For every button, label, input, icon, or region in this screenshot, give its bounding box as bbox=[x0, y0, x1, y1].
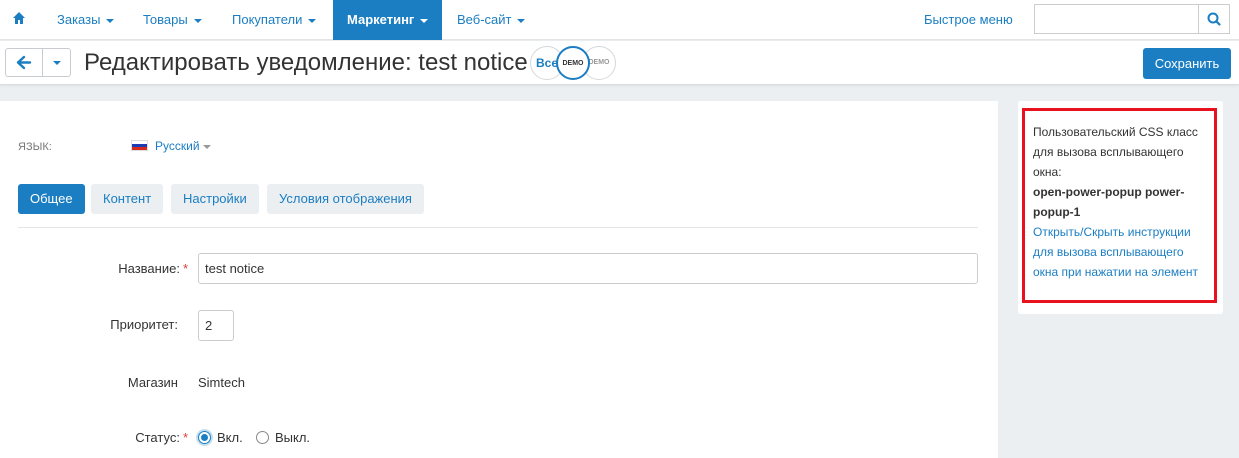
instructions-toggle-link[interactable]: Открыть/Скрыть инструкции для вызова всп… bbox=[1033, 222, 1206, 282]
chevron-down-icon bbox=[308, 18, 317, 23]
nav-item-marketing[interactable]: Маркетинг bbox=[333, 0, 442, 40]
language-label: Язык: bbox=[18, 141, 52, 153]
quick-menu-link[interactable]: Быстрое меню bbox=[924, 0, 1013, 40]
status-label: Статус: * bbox=[135, 430, 188, 445]
search-input[interactable] bbox=[1034, 4, 1198, 34]
arrow-left-icon bbox=[16, 55, 32, 70]
page-title: Редактировать уведомление: test notice bbox=[84, 49, 528, 76]
status-off-radio[interactable] bbox=[256, 431, 269, 444]
storefront-demo-1[interactable]: DEMO bbox=[556, 46, 590, 80]
home-icon[interactable] bbox=[12, 11, 26, 27]
tab-settings[interactable]: Настройки bbox=[171, 184, 259, 214]
chevron-down-icon bbox=[202, 144, 211, 149]
main-panel: Язык: Русский Общее Контент Настройки Ус… bbox=[0, 101, 998, 458]
back-button[interactable] bbox=[5, 48, 43, 77]
required-mark: * bbox=[182, 430, 188, 445]
search-button[interactable] bbox=[1198, 4, 1230, 34]
css-class-description: Пользовательский CSS класс для вызова вс… bbox=[1033, 125, 1198, 179]
chevron-down-icon bbox=[517, 18, 526, 23]
language-value: Русский bbox=[155, 139, 200, 153]
save-button[interactable]: Сохранить bbox=[1143, 48, 1231, 79]
nav-item-label: Веб-сайт bbox=[457, 12, 512, 27]
history-dropdown-button[interactable] bbox=[43, 48, 71, 77]
tab-display-conditions[interactable]: Условия отображения bbox=[267, 184, 424, 214]
chevron-down-icon bbox=[420, 18, 429, 23]
status-on-label[interactable]: Вкл. bbox=[217, 430, 243, 445]
sidebar-panel: Пользовательский CSS класс для вызова вс… bbox=[1018, 101, 1223, 314]
name-label: Название: * bbox=[118, 261, 188, 276]
top-navigation: Заказы Товары Покупатели Маркетинг Веб-с… bbox=[0, 0, 1239, 40]
nav-item-orders[interactable]: Заказы bbox=[57, 0, 115, 40]
nav-item-customers[interactable]: Покупатели bbox=[232, 0, 317, 40]
search-icon bbox=[1207, 12, 1221, 26]
title-bar: Редактировать уведомление: test notice В… bbox=[0, 41, 1239, 85]
russian-flag-icon bbox=[131, 140, 148, 151]
tab-content[interactable]: Контент bbox=[91, 184, 164, 214]
nav-item-label: Покупатели bbox=[232, 12, 303, 27]
nav-item-website[interactable]: Веб-сайт bbox=[457, 0, 526, 40]
name-label-text: Название: bbox=[118, 261, 180, 276]
nav-item-label: Маркетинг bbox=[347, 12, 415, 27]
chevron-down-icon bbox=[106, 18, 115, 23]
css-class-name: open-power-popup power-popup-1 bbox=[1033, 185, 1185, 219]
storefront-selector[interactable]: Все DEMO DEMO bbox=[530, 46, 616, 80]
tab-general[interactable]: Общее bbox=[18, 184, 85, 214]
status-on-radio[interactable] bbox=[198, 431, 211, 444]
nav-item-label: Заказы bbox=[57, 12, 101, 27]
name-input[interactable] bbox=[198, 253, 978, 284]
nav-item-label: Товары bbox=[143, 12, 188, 27]
status-off-label[interactable]: Выкл. bbox=[275, 430, 310, 445]
store-label: Магазин bbox=[127, 375, 178, 390]
priority-input[interactable] bbox=[198, 310, 234, 341]
priority-label: Приоритет: bbox=[110, 317, 178, 332]
css-class-info-box: Пользовательский CSS класс для вызова вс… bbox=[1022, 108, 1217, 303]
status-label-text: Статус: bbox=[135, 430, 180, 445]
nav-item-products[interactable]: Товары bbox=[143, 0, 202, 40]
chevron-down-icon bbox=[193, 18, 202, 23]
language-selector[interactable]: Русский bbox=[131, 139, 211, 153]
store-value: Simtech bbox=[198, 375, 245, 390]
divider bbox=[18, 227, 978, 228]
required-mark: * bbox=[182, 261, 188, 276]
chevron-down-icon bbox=[53, 61, 61, 65]
